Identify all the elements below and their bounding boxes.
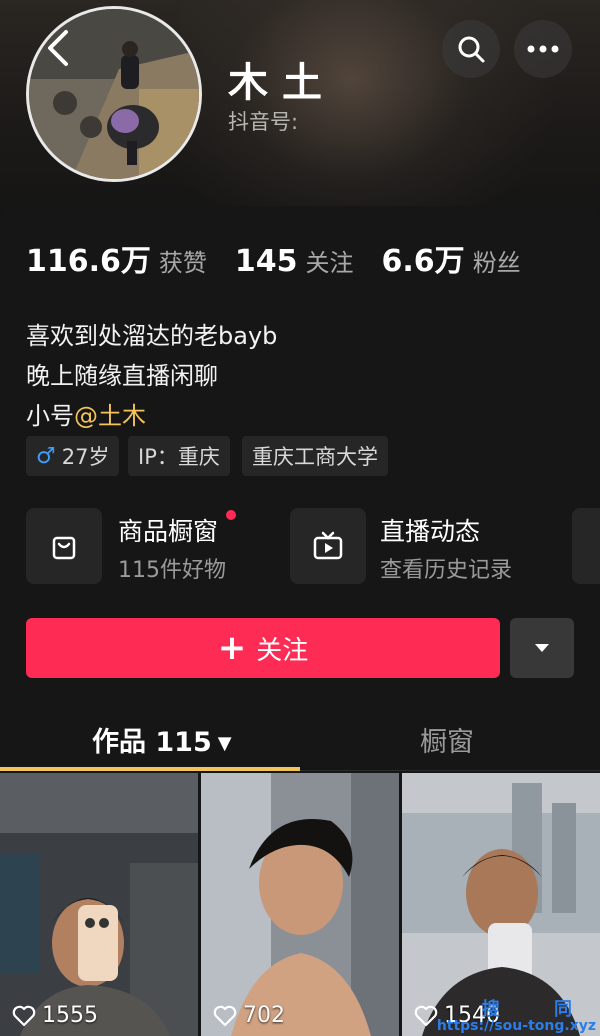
likes-label: 获赞 (158, 249, 207, 277)
watermark-title: 搜 同 (481, 999, 596, 1020)
like-count: 1555 (12, 1003, 98, 1028)
school-tag[interactable]: 重庆工商大学 (242, 436, 388, 476)
followers-label: 粉丝 (472, 249, 521, 277)
live-history-card[interactable] (290, 508, 366, 584)
live-history-title[interactable]: 直播动态 (380, 512, 480, 548)
douyin-id[interactable]: 抖音号: (228, 106, 298, 136)
tab-works[interactable]: 作品 115 ▼ (92, 720, 232, 759)
video-thumbnail[interactable]: 1540 (402, 773, 600, 1036)
mention-link[interactable]: @土木 (74, 402, 146, 430)
triangle-down-icon (535, 644, 549, 652)
bio-line-1: 喜欢到处溜达的老bayb (26, 322, 278, 350)
following-count[interactable]: 145 (235, 244, 298, 279)
follow-label: 关注 (256, 635, 309, 666)
more-features-card[interactable] (572, 508, 600, 584)
live-history-subtitle: 查看历史记录 (380, 558, 513, 583)
bio-line-3: 小号@土木 (26, 396, 146, 431)
video-thumbnail-image (402, 773, 600, 1036)
recommend-dropdown-button[interactable] (510, 618, 574, 678)
chevron-left-icon (48, 30, 68, 66)
heart-icon (213, 1005, 237, 1026)
profile-name: 木土 (228, 60, 336, 106)
plus-icon: + (217, 628, 247, 668)
following-label: 关注 (305, 249, 354, 277)
video-thumbnail[interactable]: 702 (201, 773, 399, 1036)
like-count: 702 (213, 1003, 285, 1028)
video-thumbnail[interactable]: 1555 (0, 773, 198, 1036)
more-button[interactable] (514, 20, 572, 78)
followers-count[interactable]: 6.6万 (382, 236, 465, 280)
tab-shop-window[interactable]: 橱窗 (420, 720, 474, 759)
ip-tag: IP：重庆 (128, 436, 230, 476)
caret-down-icon: ▼ (217, 733, 232, 754)
like-count-text: 1555 (42, 1003, 98, 1028)
age-text: 27岁 (61, 445, 110, 469)
search-icon (458, 36, 485, 63)
search-button[interactable] (442, 20, 500, 78)
video-thumbnail-image (0, 773, 198, 1036)
bio-line-3-prefix: 小号 (26, 402, 74, 430)
video-grid: 1555 702 1540 (0, 773, 600, 1036)
shop-window-title[interactable]: 商品橱窗 (118, 512, 218, 548)
heart-icon (12, 1005, 36, 1026)
bio-line-2: 晚上随缘直播闲聊 (26, 362, 218, 390)
stats-row: 116.6万 获赞 145 关注 6.6万 粉丝 (26, 236, 549, 280)
like-count-text: 702 (243, 1003, 285, 1028)
watermark-url: https://sou-tong.xyz (436, 1018, 596, 1034)
notification-dot (226, 510, 236, 520)
shop-window-card[interactable] (26, 508, 102, 584)
male-icon: ♂ (36, 443, 56, 469)
tab-active-indicator (0, 767, 300, 771)
tv-icon (313, 531, 343, 560)
shop-window-subtitle: 115件好物 (118, 558, 226, 583)
tab-works-label: 作品 115 (92, 727, 212, 758)
watermark: 搜 同 https://sou-tong.xyz (436, 999, 596, 1035)
follow-button[interactable]: + 关注 (26, 618, 500, 678)
likes-count[interactable]: 116.6万 (26, 236, 151, 280)
age-tag: ♂ 27岁 (26, 436, 120, 476)
heart-icon (414, 1005, 438, 1026)
video-thumbnail-image (201, 773, 399, 1036)
back-button[interactable] (38, 26, 78, 70)
shopping-bag-icon (52, 536, 76, 560)
more-dots-icon (527, 45, 559, 53)
